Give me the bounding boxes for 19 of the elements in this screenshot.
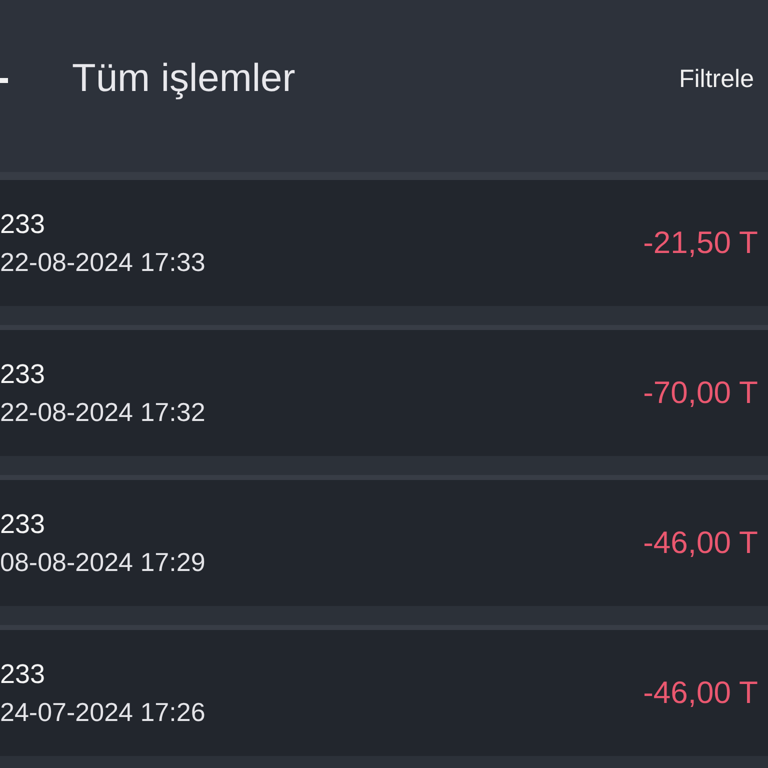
- transaction-card[interactable]: 233 22-08-2024 17:33 -21,50 T: [0, 180, 768, 306]
- card-reference: 233: [0, 658, 46, 690]
- transaction-amount: -46,00 T: [643, 675, 758, 711]
- card-reference: 233: [0, 208, 46, 240]
- transaction-date: 08-08-2024 17:29: [0, 546, 206, 578]
- dash-icon[interactable]: [0, 78, 8, 82]
- transaction-amount: -46,00 T: [643, 525, 758, 561]
- transaction-date: 24-07-2024 17:26: [0, 696, 206, 728]
- transaction-card[interactable]: 233 08-08-2024 17:29 -46,00 T: [0, 475, 768, 606]
- page-title: Tüm işlemler: [72, 56, 296, 102]
- transaction-card[interactable]: 233 24-07-2024 17:26 -46,00 T: [0, 625, 768, 756]
- transaction-date: 22-08-2024 17:33: [0, 246, 206, 278]
- card-reference: 233: [0, 358, 46, 390]
- transaction-card[interactable]: 233 22-08-2024 17:32 -70,00 T: [0, 325, 768, 456]
- transaction-amount: -21,50 T: [643, 225, 758, 261]
- transaction-date: 22-08-2024 17:32: [0, 396, 206, 428]
- card-reference: 233: [0, 508, 46, 540]
- filter-button[interactable]: Filtrele: [678, 64, 754, 94]
- transaction-amount: -70,00 T: [643, 375, 758, 411]
